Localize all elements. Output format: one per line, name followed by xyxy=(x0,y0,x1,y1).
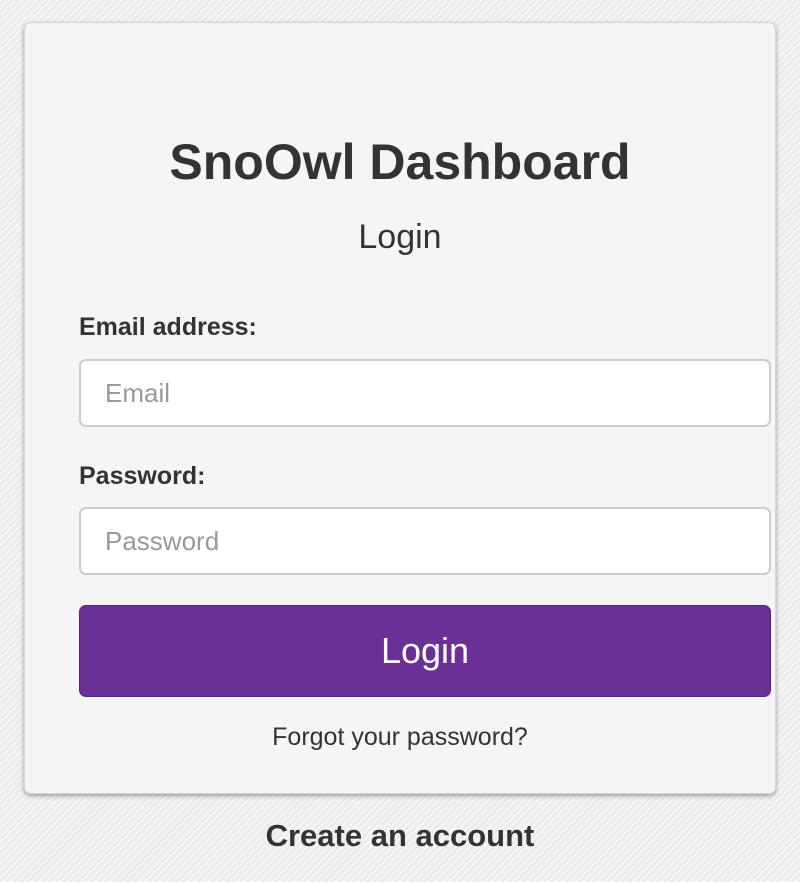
password-label: Password: xyxy=(79,462,206,490)
login-heading: Login xyxy=(358,218,442,256)
password-input[interactable] xyxy=(79,507,771,575)
app-title: SnoOwl Dashboard xyxy=(169,134,631,190)
create-account-link[interactable]: Create an account xyxy=(0,818,800,854)
forgot-password-link[interactable]: Forgot your password? xyxy=(25,723,775,752)
email-input[interactable] xyxy=(79,359,771,427)
email-label: Email address: xyxy=(79,313,257,341)
login-card: SnoOwl Dashboard Login Email address: Pa… xyxy=(24,22,776,794)
login-button[interactable]: Login xyxy=(79,605,771,697)
